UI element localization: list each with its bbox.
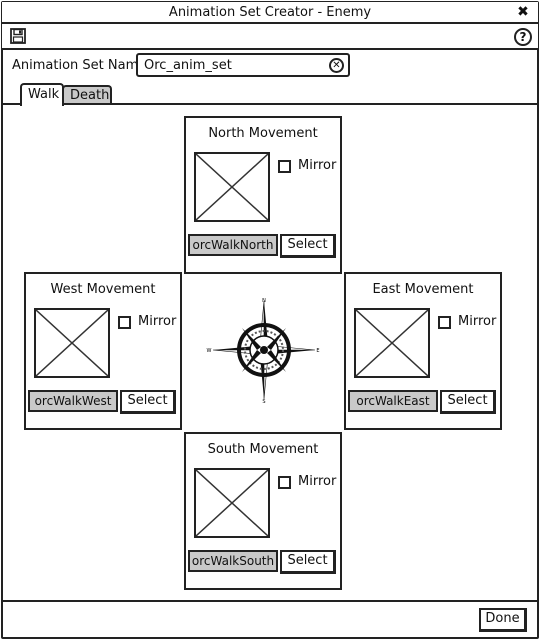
west-movement-panel: West Movement Mirror orcWalkWest Select — [24, 272, 182, 430]
east-mirror-checkbox[interactable] — [438, 316, 451, 329]
clear-circle-x-icon[interactable]: ✕ — [329, 58, 344, 73]
tab-death[interactable]: Death — [62, 85, 112, 104]
south-movement-panel: South Movement Mirror orcWalkSouth Selec… — [184, 432, 342, 590]
north-mirror-label: Mirror — [298, 158, 337, 173]
done-button[interactable]: Done — [479, 608, 527, 632]
compass-n-label: N — [262, 298, 266, 304]
toolbar: ? — [2, 24, 538, 50]
title-bar: Animation Set Creator - Enemy ✖ — [2, 2, 538, 24]
north-animation-field: orcWalkNorth — [188, 234, 278, 256]
animation-set-name-value: Orc_anim_set — [144, 58, 232, 73]
east-movement-title: East Movement — [372, 282, 474, 297]
north-select-button[interactable]: Select — [280, 234, 336, 258]
compass-w-label: W — [207, 348, 212, 354]
north-mirror-checkbox[interactable] — [278, 160, 291, 173]
help-icon[interactable]: ? — [514, 28, 532, 46]
compass-rose-icon: N S W E — [205, 295, 323, 405]
animation-set-name-input[interactable]: Orc_anim_set ✕ — [136, 53, 350, 77]
west-image-placeholder-icon — [34, 308, 110, 378]
west-mirror-label: Mirror — [138, 314, 177, 329]
floppy-disk-icon[interactable] — [10, 28, 26, 44]
west-mirror-checkbox[interactable] — [118, 316, 131, 329]
east-select-button[interactable]: Select — [440, 390, 496, 414]
east-mirror-label: Mirror — [458, 314, 497, 329]
south-animation-field: orcWalkSouth — [188, 550, 278, 572]
south-mirror-checkbox[interactable] — [278, 476, 291, 489]
north-movement-title: North Movement — [208, 126, 318, 141]
south-movement-title: South Movement — [207, 442, 319, 457]
tab-walk[interactable]: Walk — [20, 83, 64, 106]
east-movement-panel: East Movement Mirror orcWalkEast Select — [344, 272, 502, 430]
north-movement-panel: North Movement Mirror orcWalkNorth Selec… — [184, 116, 342, 274]
south-image-placeholder-icon — [194, 468, 270, 538]
close-x-icon[interactable]: ✖ — [514, 3, 532, 21]
north-image-placeholder-icon — [194, 152, 270, 222]
compass-s-label: S — [262, 399, 265, 405]
south-mirror-label: Mirror — [298, 474, 337, 489]
east-animation-field: orcWalkEast — [348, 390, 438, 412]
west-select-button[interactable]: Select — [120, 390, 176, 414]
south-select-button[interactable]: Select — [280, 550, 336, 574]
animation-set-name-label: Animation Set Name — [12, 58, 147, 73]
west-movement-title: West Movement — [50, 282, 156, 297]
west-animation-field: orcWalkWest — [28, 390, 118, 412]
east-image-placeholder-icon — [354, 308, 430, 378]
compass-e-label: E — [316, 348, 319, 354]
window-title: Animation Set Creator - Enemy — [168, 5, 372, 20]
